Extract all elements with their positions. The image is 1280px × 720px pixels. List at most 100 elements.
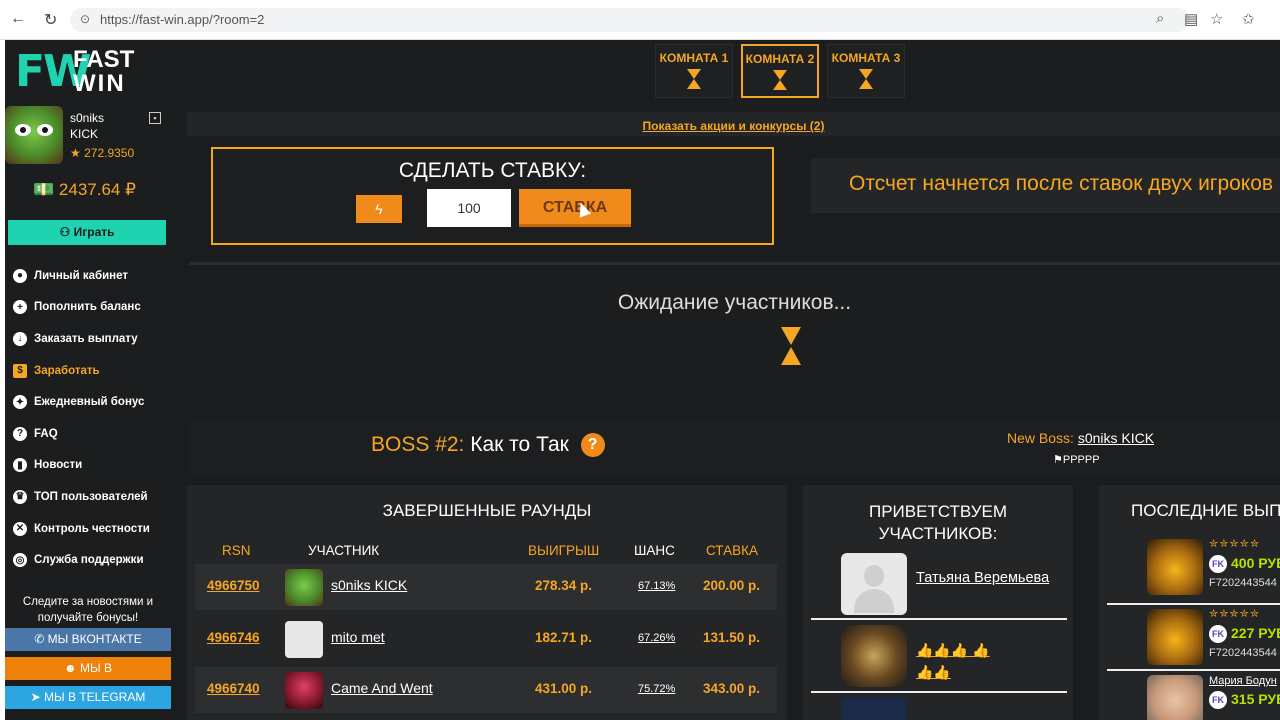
sidebar-item-3[interactable]: $ Заработать xyxy=(13,355,171,387)
bookmark-icon: ▮ xyxy=(13,458,27,473)
win-amount: 431.00 р. xyxy=(535,681,593,696)
back-arrow-icon[interactable]: ← xyxy=(10,10,26,28)
sidebar-item-4[interactable]: ✦ Ежедневный бонус xyxy=(13,386,171,418)
avatar[interactable] xyxy=(1147,539,1203,595)
sidebar-item-7[interactable]: ♛ ТОП пользователей xyxy=(13,481,171,513)
avatar[interactable] xyxy=(285,621,323,658)
table-row: 4966746 mito met 182.71 р. 67.26% 131.50… xyxy=(195,616,777,662)
sidebar-item-0[interactable]: ● Личный кабинет xyxy=(13,260,171,292)
sidebar-item-2[interactable]: ↓ Заказать выплату xyxy=(13,323,171,355)
countdown-panel: Отсчет начнется после ставок двух игроко… xyxy=(811,158,1280,213)
new-user-name[interactable]: 👍👍👍 👍👍👍 xyxy=(916,639,996,683)
avatar[interactable] xyxy=(1147,609,1203,665)
avatar[interactable] xyxy=(841,625,907,687)
player-name[interactable]: Came And Went xyxy=(331,680,433,696)
telegram-button[interactable]: ➤ МЫ В TELEGRAM xyxy=(5,686,171,709)
promo-link[interactable]: Показать акции и конкурсы (2) xyxy=(643,119,825,133)
win-chance[interactable]: 75.72% xyxy=(638,683,675,695)
payout-value: 227 РУБ xyxy=(1231,625,1280,641)
payout-wallet: F7202443544 xyxy=(1209,647,1277,659)
tab-room-1[interactable]: КОМНАТА 1 xyxy=(655,44,733,98)
user-name-line1: s0niks xyxy=(70,111,105,125)
place-bet-button[interactable]: СТАВКА xyxy=(519,189,631,227)
favorites-icon[interactable]: ✩ xyxy=(1242,10,1255,28)
player-name[interactable]: mito met xyxy=(331,629,385,645)
avatar[interactable] xyxy=(285,569,323,606)
tab-room-2[interactable]: КОМНАТА 2 xyxy=(741,44,819,98)
logout-icon[interactable]: ▪ xyxy=(149,112,161,124)
play-button[interactable]: ⚇ Играть xyxy=(8,220,166,245)
rating-stars: ✮✮✮✮✮ xyxy=(1209,538,1261,550)
round-id[interactable]: 4966740 xyxy=(207,681,260,696)
bookmark-star-icon[interactable]: ☆ xyxy=(1210,10,1223,28)
freekassa-icon: FK xyxy=(1209,625,1227,643)
tab-room-3[interactable]: КОМНАТА 3 xyxy=(827,44,905,98)
rating-stars: ✮✮✮✮✮ xyxy=(1209,608,1261,620)
gamepad-icon: ⚇ xyxy=(59,225,71,239)
avatar[interactable] xyxy=(841,553,907,615)
col-header-player: УЧАСТНИК xyxy=(308,543,380,558)
sidebar-item-5[interactable]: ? FAQ xyxy=(13,418,171,450)
col-header-chance: ШАНС xyxy=(634,543,675,558)
sidebar-item-label: Контроль честности xyxy=(34,522,150,535)
room-label: КОМНАТА 2 xyxy=(745,52,815,66)
user-name-line2: KICK xyxy=(70,127,99,141)
logo-win: WIN xyxy=(73,70,126,97)
ok-icon: ☻ xyxy=(64,661,80,675)
fast-win-app: FW FAST WIN КОМНАТА 1 КОМНАТА 2 КОМНАТА … xyxy=(5,40,1280,720)
col-header-bet: СТАВКА xyxy=(706,543,758,558)
completed-rounds: ЗАВЕРШЕННЫЕ РАУНДЫ RSN УЧАСТНИК ВЫИГРЫШ … xyxy=(187,485,787,720)
divider xyxy=(811,618,1067,620)
win-chance[interactable]: 67.26% xyxy=(638,632,675,644)
ok-button[interactable]: ☻ МЫ В ОДНОКЛАССНИКАХ xyxy=(5,657,171,698)
logo-fast: FAST xyxy=(73,46,135,73)
avatar[interactable] xyxy=(1147,675,1203,720)
reload-icon[interactable]: ↻ xyxy=(44,10,57,30)
room-label: КОМНАТА 3 xyxy=(831,51,901,65)
avatar[interactable] xyxy=(841,697,907,720)
reader-mode-icon[interactable]: ▤ xyxy=(1184,10,1198,28)
last-payouts-panel: ПОСЛЕДНИЕ ВЫПЛАТЫ ✮✮✮✮✮ FK400 РУБ F72024… xyxy=(1099,485,1280,720)
hourglass-icon xyxy=(687,69,701,89)
waiting-panel: Ожидание участников... xyxy=(189,262,1280,388)
sidebar-item-label: FAQ xyxy=(34,427,58,440)
room-label: КОМНАТА 1 xyxy=(659,51,729,65)
round-id[interactable]: 4966746 xyxy=(207,630,260,645)
quick-bet-button[interactable]: ϟ xyxy=(356,195,402,223)
bet-amount-input[interactable] xyxy=(427,189,511,227)
round-id[interactable]: 4966750 xyxy=(207,578,260,593)
col-header-id: RSN xyxy=(222,543,251,558)
sidebar-item-9[interactable]: ◎ Служба поддержки xyxy=(13,544,171,576)
boss-name: Как то Так xyxy=(470,433,569,456)
win-chance[interactable]: 67.13% xyxy=(638,580,675,592)
list-item: ✮✮✮✮✮ FK400 РУБ F7202443544 xyxy=(1109,535,1280,601)
hourglass-icon xyxy=(779,325,803,367)
new-boss-name[interactable]: s0niks KICK xyxy=(1078,430,1154,446)
payout-user-name[interactable]: Мария Бодун xyxy=(1209,675,1277,687)
sidebar-item-8[interactable]: ✕ Контроль честности xyxy=(13,513,171,545)
user-name[interactable]: s0niks KICK xyxy=(70,110,104,142)
play-label: Играть xyxy=(73,225,115,239)
sidebar-item-6[interactable]: ▮ Новости xyxy=(13,450,171,482)
sidebar-item-label: Личный кабинет xyxy=(34,269,128,282)
avatar[interactable] xyxy=(285,672,323,709)
telegram-label: МЫ В TELEGRAM xyxy=(44,690,146,704)
bet-amount: 131.50 р. xyxy=(703,630,761,645)
win-amount: 278.34 р. xyxy=(535,578,593,593)
news-text-line2: получайте бонусы! xyxy=(37,612,139,624)
countdown-text: Отсчет начнется после ставок двух игроко… xyxy=(849,172,1274,195)
url-text: https://fast-win.app/?room=2 xyxy=(100,12,265,27)
help-icon[interactable]: ? xyxy=(580,433,605,457)
sidebar-item-1[interactable]: + Пополнить баланс xyxy=(13,292,171,324)
payout-value: 315 РУБ xyxy=(1231,691,1280,707)
avatar[interactable] xyxy=(5,106,63,164)
address-bar[interactable]: ⊙ https://fast-win.app/?room=2 xyxy=(70,8,1190,32)
fast-win-logo[interactable]: FW FAST WIN xyxy=(15,46,145,100)
col-header-win: ВЫИГРЫШ xyxy=(528,543,600,558)
player-name[interactable]: s0niks KICK xyxy=(331,577,407,593)
new-user-name[interactable]: Татьяна Веремьева xyxy=(916,567,1056,589)
shuffle-icon: ✕ xyxy=(13,521,27,536)
site-info-icon[interactable]: ⊙ xyxy=(80,12,90,26)
zoom-icon[interactable]: ⌕ xyxy=(1156,10,1164,27)
vk-button[interactable]: ✆ МЫ ВКОНТАКТЕ xyxy=(5,628,171,651)
